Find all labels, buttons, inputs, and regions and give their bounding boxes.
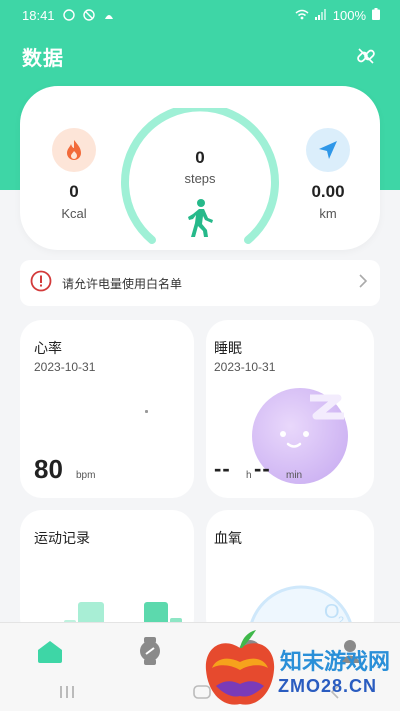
distance-value: 0.00: [311, 182, 345, 201]
battery-whitelist-notice[interactable]: 请允许电量使用白名单: [20, 260, 380, 306]
walking-icon: [184, 198, 216, 238]
distance-stat: 0.00 km: [288, 128, 368, 221]
navigation-arrow-icon: [306, 128, 350, 172]
heart-rate-title: 心率: [34, 340, 62, 356]
exercise-title: 运动记录: [34, 530, 90, 546]
page-title: 数据: [22, 47, 64, 70]
status-bar: 18:41 100%: [0, 0, 400, 30]
calories-unit: Kcal: [61, 206, 87, 221]
sleep-minutes-value: --: [254, 456, 271, 481]
steps-ring: 0 steps: [120, 103, 280, 250]
wifi-icon: [295, 8, 309, 23]
heart-rate-unit: bpm: [76, 470, 96, 481]
home-icon[interactable]: [30, 631, 70, 671]
notification-icon: [62, 9, 75, 21]
status-time: 18:41: [22, 7, 55, 23]
heart-rate-card[interactable]: 心率 2023-10-31 80 bpm: [20, 320, 194, 498]
watermark-text-cn: 知末游戏网: [280, 649, 391, 674]
flame-icon: [52, 128, 96, 172]
watermark-text-domain: ZMO28.CN: [278, 676, 378, 696]
recent-apps-icon[interactable]: [59, 685, 75, 704]
steps-value: 0: [195, 148, 205, 167]
battery-icon: [372, 7, 380, 23]
calories-value: 0: [69, 182, 79, 201]
activity-summary-card[interactable]: 0 Kcal 0 steps 0.00 km: [20, 86, 380, 250]
blood-oxygen-title: 血氧: [214, 530, 242, 546]
app-header: 数据: [0, 38, 400, 74]
chevron-right-icon: [358, 273, 368, 294]
calories-stat: 0 Kcal: [34, 128, 114, 221]
distance-unit: km: [319, 206, 337, 221]
sleep-title: 睡眠: [214, 340, 242, 356]
battery-level: 100%: [332, 7, 366, 23]
sleep-hours-value: --: [214, 456, 231, 481]
watch-icon[interactable]: [130, 631, 170, 671]
sleep-card[interactable]: 睡眠 2023-10-31 -- h -- min: [206, 320, 374, 498]
exercise-record-card[interactable]: 运动记录: [20, 510, 194, 640]
notice-text: 请允许电量使用白名单: [62, 276, 183, 291]
app-notification-icon: [103, 9, 115, 21]
heart-rate-date: 2023-10-31: [34, 360, 96, 374]
sleep-minutes-unit: min: [286, 470, 303, 481]
heart-rate-chart-point: [145, 410, 148, 413]
steps-unit: steps: [184, 171, 216, 186]
sleep-hours-unit: h: [246, 470, 252, 481]
dnd-icon: [82, 9, 95, 21]
heart-rate-value: 80: [34, 454, 63, 484]
site-watermark: 知末游戏网 ZMO28.CN: [202, 628, 400, 710]
sleep-date: 2023-10-31: [214, 360, 276, 374]
warning-icon: [30, 270, 52, 297]
link-icon[interactable]: [354, 44, 378, 68]
blood-oxygen-card[interactable]: 血氧 O 2: [206, 510, 374, 640]
signal-icon: [314, 8, 327, 23]
